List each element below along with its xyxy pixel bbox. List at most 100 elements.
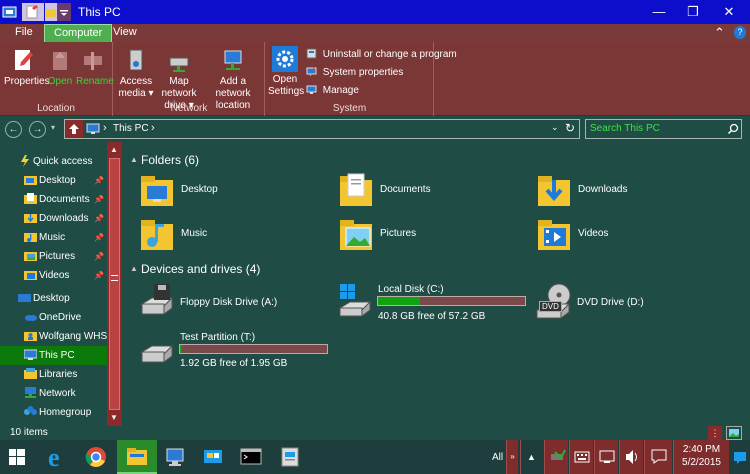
- show-hidden-icons-button[interactable]: ▲: [520, 440, 542, 474]
- forward-button[interactable]: →: [29, 121, 46, 138]
- details-view-button[interactable]: ⋮: [708, 426, 722, 440]
- back-button[interactable]: ←: [5, 121, 22, 138]
- up-button[interactable]: [65, 120, 83, 138]
- pictures-folder-icon: [340, 220, 372, 250]
- taskbar-document-app[interactable]: [273, 440, 307, 474]
- sidebar-item-wolfgang-whs[interactable]: Wolfgang WHS: [0, 327, 107, 346]
- toolbar-expand-button[interactable]: »: [506, 440, 518, 474]
- drive-label: Test Partition (T:): [180, 332, 256, 343]
- sidebar-item-pictures[interactable]: Pictures 📌: [0, 247, 107, 266]
- folder-desktop[interactable]: Desktop: [139, 172, 289, 210]
- internet-explorer-icon: e: [48, 443, 60, 472]
- scrollbar-thumb[interactable]: [109, 158, 120, 410]
- search-input[interactable]: Search This PC: [590, 123, 660, 134]
- access-media-button[interactable]: Access media ▾: [118, 48, 154, 100]
- properties-button[interactable]: Properties: [4, 48, 50, 88]
- drives-heading[interactable]: Devices and drives (4): [141, 262, 260, 276]
- sidebar-item-downloads[interactable]: Downloads 📌: [0, 209, 107, 228]
- folders-heading[interactable]: Folders (6): [141, 153, 199, 167]
- drive-dvd-d[interactable]: DVD DVD Drive (D:): [535, 282, 715, 322]
- taskbar-internet-explorer[interactable]: e: [40, 440, 76, 474]
- uninstall-program-label: Uninstall or change a program: [322, 49, 457, 60]
- refresh-icon[interactable]: ↻: [565, 121, 575, 135]
- rename-button[interactable]: Rename: [76, 48, 114, 88]
- tab-computer[interactable]: Computer: [44, 24, 113, 42]
- sidebar-item-this-pc[interactable]: This PC: [0, 346, 107, 365]
- uninstall-program-button[interactable]: Uninstall or change a program: [306, 48, 457, 60]
- large-icons-view-button[interactable]: [726, 426, 742, 440]
- open-button[interactable]: Open: [46, 48, 74, 88]
- folder-music[interactable]: Music: [139, 216, 289, 254]
- minimize-button[interactable]: —: [642, 2, 676, 22]
- sidebar-item-videos[interactable]: Videos 📌: [0, 266, 107, 285]
- nav-pane-scrollbar[interactable]: ▲ ▼: [107, 142, 122, 426]
- tab-file[interactable]: File: [6, 24, 42, 42]
- tray-network-app[interactable]: [544, 440, 568, 474]
- scroll-up-icon[interactable]: ▲: [110, 145, 118, 154]
- sidebar-item-onedrive[interactable]: OneDrive: [0, 308, 107, 327]
- sidebar-item-documents[interactable]: Documents 📌: [0, 190, 107, 209]
- address-bar[interactable]: › This PC › ⌄ ↻: [64, 119, 580, 139]
- sidebar-item-network[interactable]: Network: [0, 384, 107, 403]
- address-dropdown-icon[interactable]: ⌄: [551, 122, 559, 133]
- address-chevron-icon[interactable]: ›: [103, 122, 107, 134]
- folder-downloads[interactable]: Downloads: [536, 172, 686, 210]
- help-button[interactable]: ?: [734, 26, 746, 39]
- close-button[interactable]: ✕: [712, 2, 746, 22]
- folder-videos[interactable]: Videos: [536, 216, 686, 254]
- navigation-bar: ← → ▾ › This PC › ⌄ ↻ Search This PC: [0, 116, 750, 142]
- breadcrumb-chevron-icon[interactable]: ›: [151, 122, 155, 134]
- sidebar-item-label: Documents: [39, 194, 90, 205]
- taskbar-remote-app[interactable]: [196, 440, 230, 474]
- desktop-folder-icon: [24, 176, 37, 185]
- properties-label: Properties: [4, 76, 50, 87]
- sidebar-item-music[interactable]: Music 📌: [0, 228, 107, 247]
- taskbar-file-explorer[interactable]: [117, 440, 157, 474]
- taskbar-chrome[interactable]: [78, 440, 114, 474]
- scroll-down-icon[interactable]: ▼: [110, 413, 118, 422]
- tray-notifications[interactable]: [730, 440, 750, 474]
- tray-language[interactable]: [644, 440, 672, 474]
- tray-app-icon: [550, 449, 566, 460]
- system-properties-button[interactable]: System properties: [306, 66, 403, 78]
- sidebar-item-desktop-pinned[interactable]: Desktop 📌: [0, 171, 107, 190]
- tray-clock[interactable]: 2:40 PM 5/2/2015: [673, 440, 729, 474]
- tab-view[interactable]: View: [104, 24, 146, 42]
- sidebar-item-desktop[interactable]: Desktop: [0, 289, 107, 308]
- collapse-ribbon-button[interactable]: ⌃: [714, 25, 725, 41]
- downloads-folder-icon: [24, 214, 37, 223]
- manage-button[interactable]: Manage: [306, 84, 359, 96]
- sidebar-item-quick-access[interactable]: Quick access: [0, 152, 107, 171]
- search-box[interactable]: Search This PC: [585, 119, 742, 139]
- taskbar-computer[interactable]: [158, 440, 192, 474]
- sidebar-item-homegroup[interactable]: Homegroup: [0, 403, 107, 422]
- tray-keyboard[interactable]: [569, 440, 593, 474]
- navigation-pane: Quick access Desktop 📌 Documents 📌 Downl…: [0, 142, 107, 426]
- sidebar-item-label: Homegroup: [39, 407, 92, 418]
- file-explorer-icon: [127, 448, 147, 465]
- qat-properties-icon[interactable]: [22, 3, 44, 21]
- drive-floppy[interactable]: Floppy Disk Drive (A:): [138, 282, 318, 322]
- collapse-drives-icon[interactable]: ▲: [130, 264, 138, 273]
- breadcrumb-this-pc[interactable]: This PC: [113, 123, 149, 134]
- music-folder-icon: [141, 220, 173, 250]
- drive-test-partition-t[interactable]: Test Partition (T:) 1.92 GB free of 1.95…: [138, 330, 338, 374]
- open-settings-button[interactable]: Open Settings: [268, 46, 304, 98]
- qat-new-folder-icon[interactable]: [45, 3, 57, 21]
- status-bar: 10 items ⋮: [0, 426, 750, 440]
- window-app-icon[interactable]: [2, 3, 18, 21]
- sidebar-item-libraries[interactable]: Libraries: [0, 365, 107, 384]
- all-toolbar-label[interactable]: All: [492, 452, 503, 463]
- folder-pictures[interactable]: Pictures: [338, 216, 488, 254]
- tray-volume[interactable]: [619, 440, 643, 474]
- collapse-folders-icon[interactable]: ▲: [130, 155, 138, 164]
- folder-documents[interactable]: Documents: [338, 172, 488, 210]
- maximize-button[interactable]: ❐: [676, 2, 710, 22]
- qat-customize-icon[interactable]: [57, 3, 71, 21]
- drive-local-disk-c[interactable]: Local Disk (C:) 40.8 GB free of 57.2 GB: [336, 282, 536, 326]
- recent-locations-button[interactable]: ▾: [51, 123, 55, 132]
- tray-display[interactable]: [594, 440, 618, 474]
- content-area: ▲ Folders (6) Desktop Documents Download…: [124, 142, 750, 426]
- taskbar-command-prompt[interactable]: [234, 440, 268, 474]
- start-button[interactable]: [0, 440, 34, 474]
